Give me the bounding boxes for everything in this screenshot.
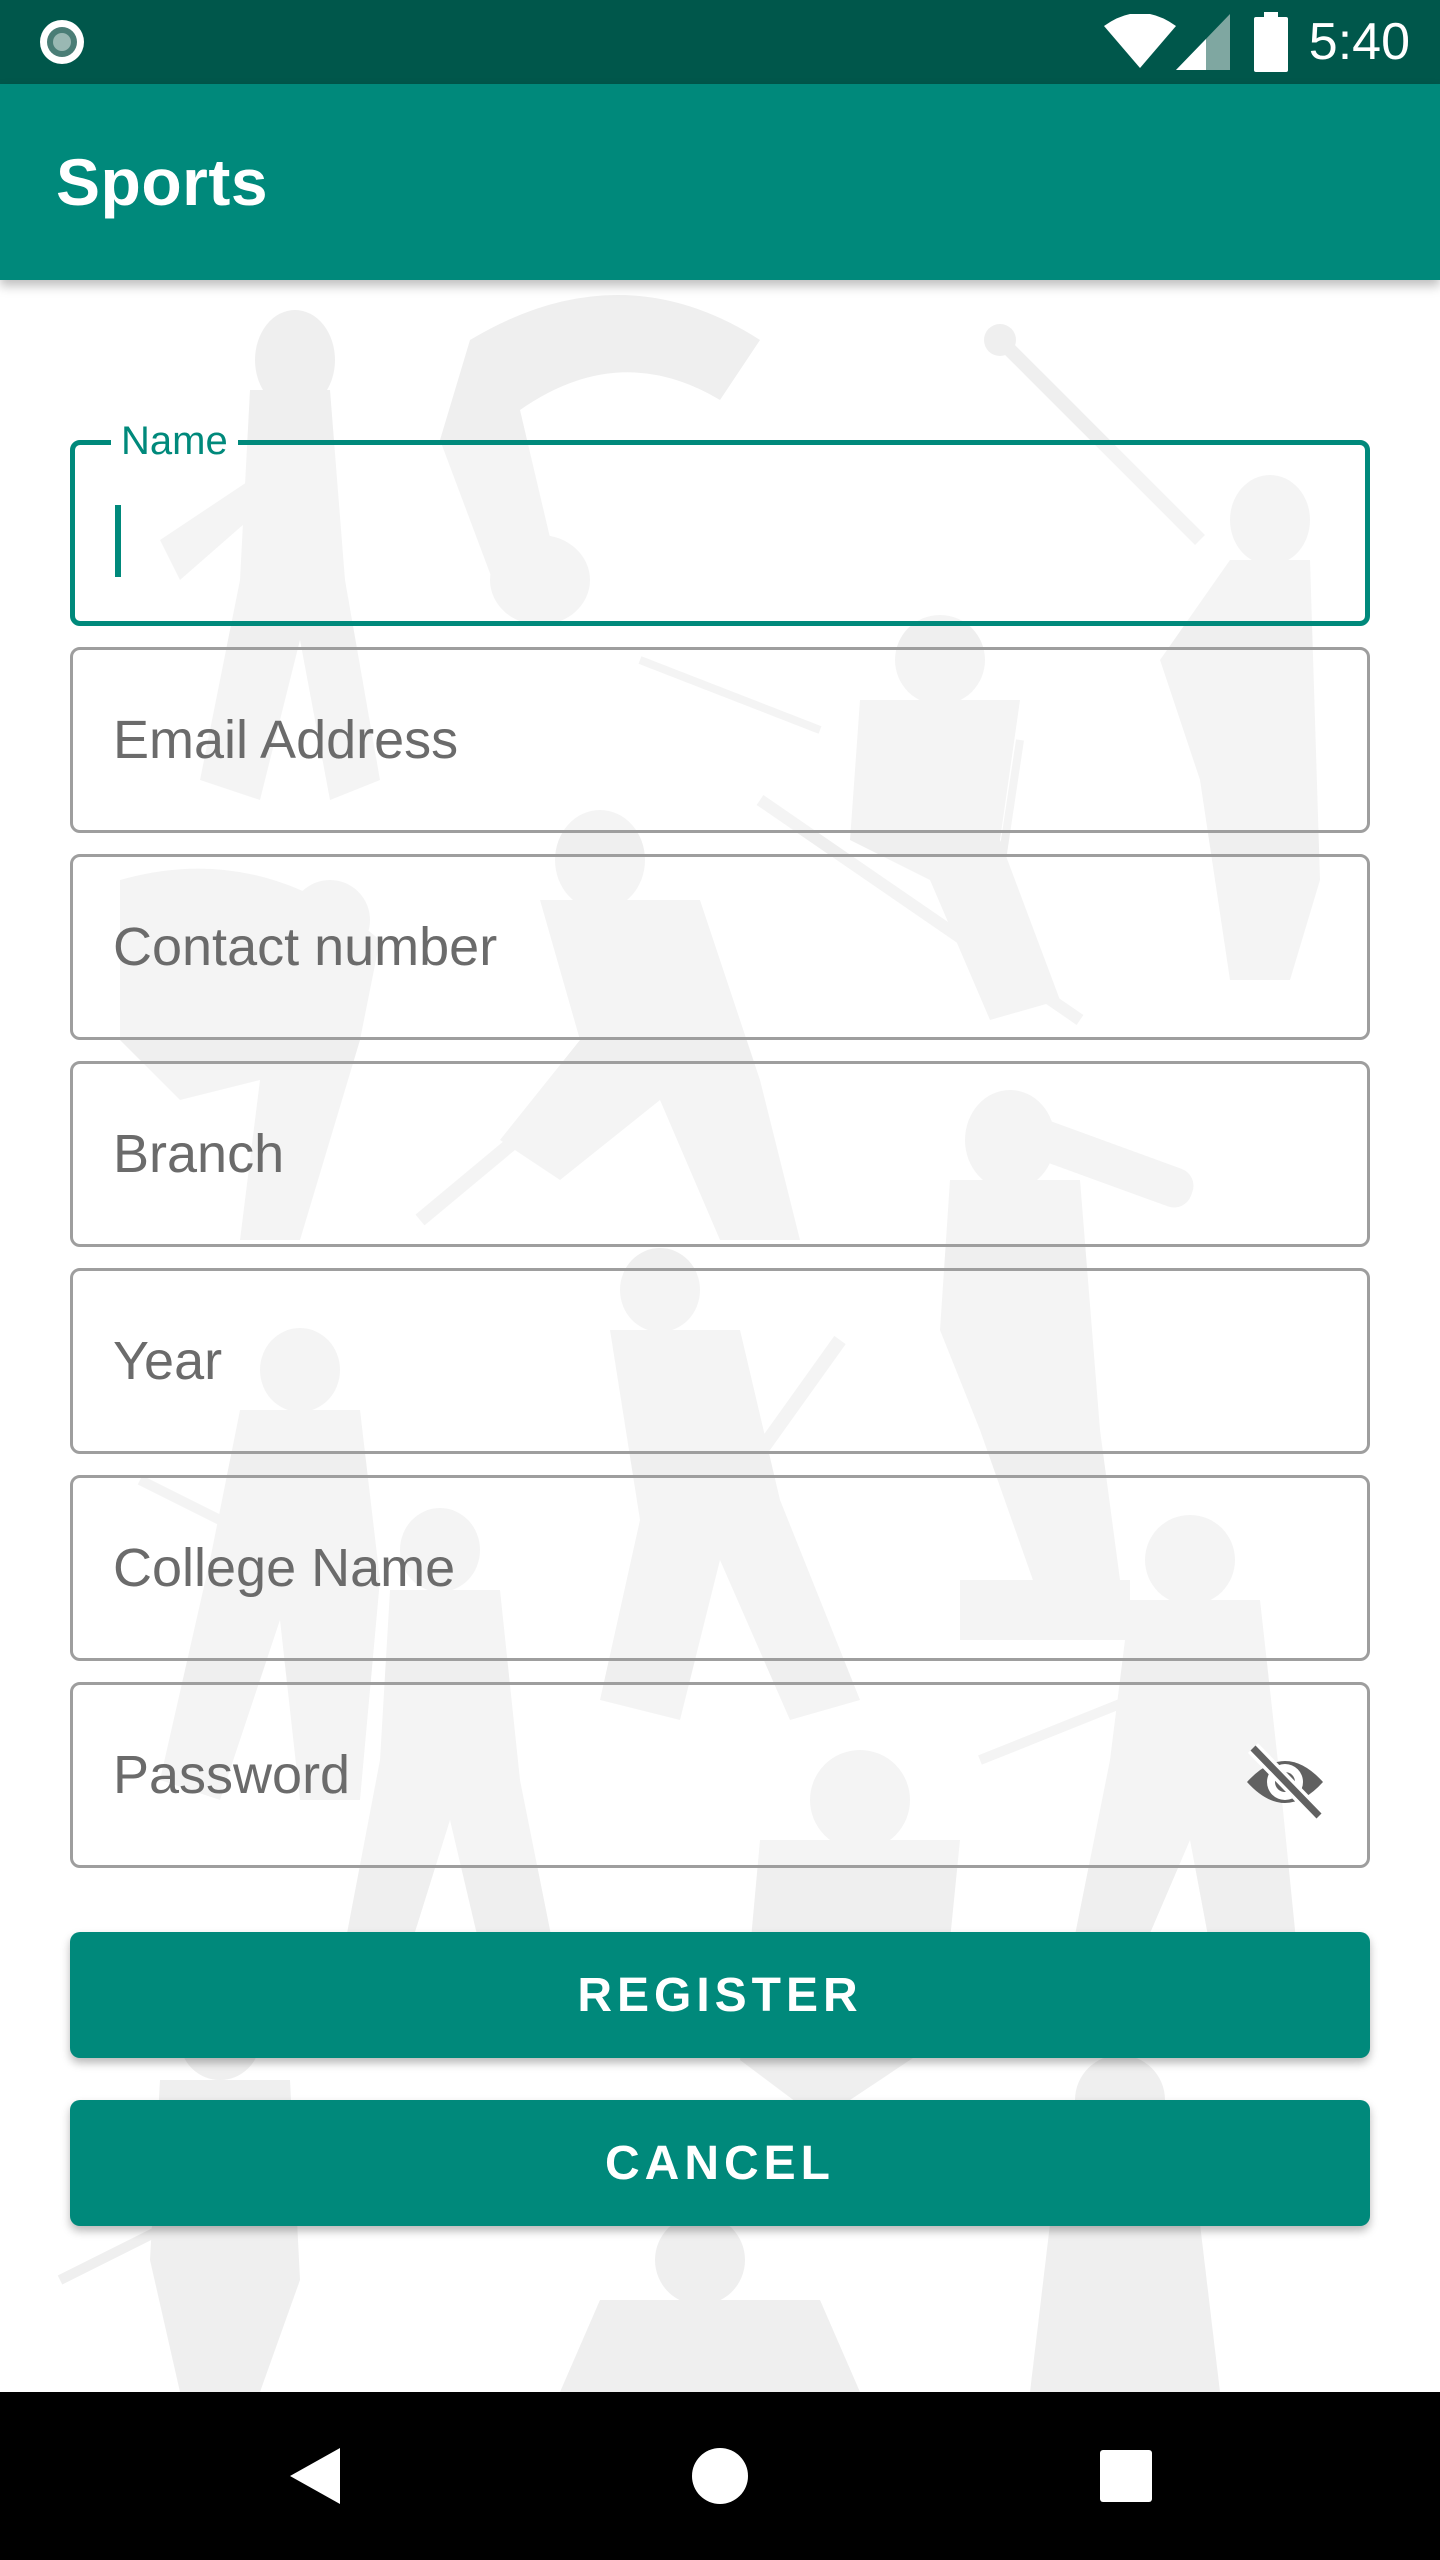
- college-name-field[interactable]: College Name: [70, 1475, 1370, 1661]
- text-cursor: [115, 505, 121, 577]
- navigation-bar: [0, 2392, 1440, 2560]
- visibility-off-icon[interactable]: [1243, 1740, 1327, 1824]
- battery-icon: [1254, 12, 1288, 72]
- status-time: 5:40: [1308, 13, 1410, 71]
- branch-field-label: Branch: [113, 1124, 285, 1184]
- cell-signal-icon: [1176, 14, 1230, 70]
- status-bar: 5:40: [0, 0, 1440, 84]
- name-field-label: Name: [111, 415, 238, 467]
- password-field[interactable]: Password: [70, 1682, 1370, 1868]
- back-icon[interactable]: [284, 2444, 348, 2508]
- college-name-field-label: College Name: [113, 1538, 456, 1598]
- contact-number-field[interactable]: Contact number: [70, 854, 1370, 1040]
- contact-number-field-label: Contact number: [113, 917, 498, 977]
- app-title: Sports: [56, 145, 269, 219]
- registration-form: Name Email Address Contact number Branch…: [0, 280, 1440, 2392]
- wifi-icon: [1104, 14, 1176, 68]
- password-field-label: Password: [113, 1745, 351, 1805]
- notification-dot-icon: [40, 20, 84, 64]
- email-field[interactable]: Email Address: [70, 647, 1370, 833]
- email-field-label: Email Address: [113, 710, 459, 770]
- year-field[interactable]: Year: [70, 1268, 1370, 1454]
- cancel-button[interactable]: CANCEL: [70, 2100, 1370, 2226]
- register-button[interactable]: REGISTER: [70, 1932, 1370, 2058]
- year-field-label: Year: [113, 1331, 223, 1391]
- home-icon[interactable]: [690, 2446, 750, 2506]
- recents-icon[interactable]: [1098, 2448, 1154, 2504]
- app-bar: Sports: [0, 84, 1440, 280]
- name-field[interactable]: Name: [70, 415, 1370, 626]
- branch-field[interactable]: Branch: [70, 1061, 1370, 1247]
